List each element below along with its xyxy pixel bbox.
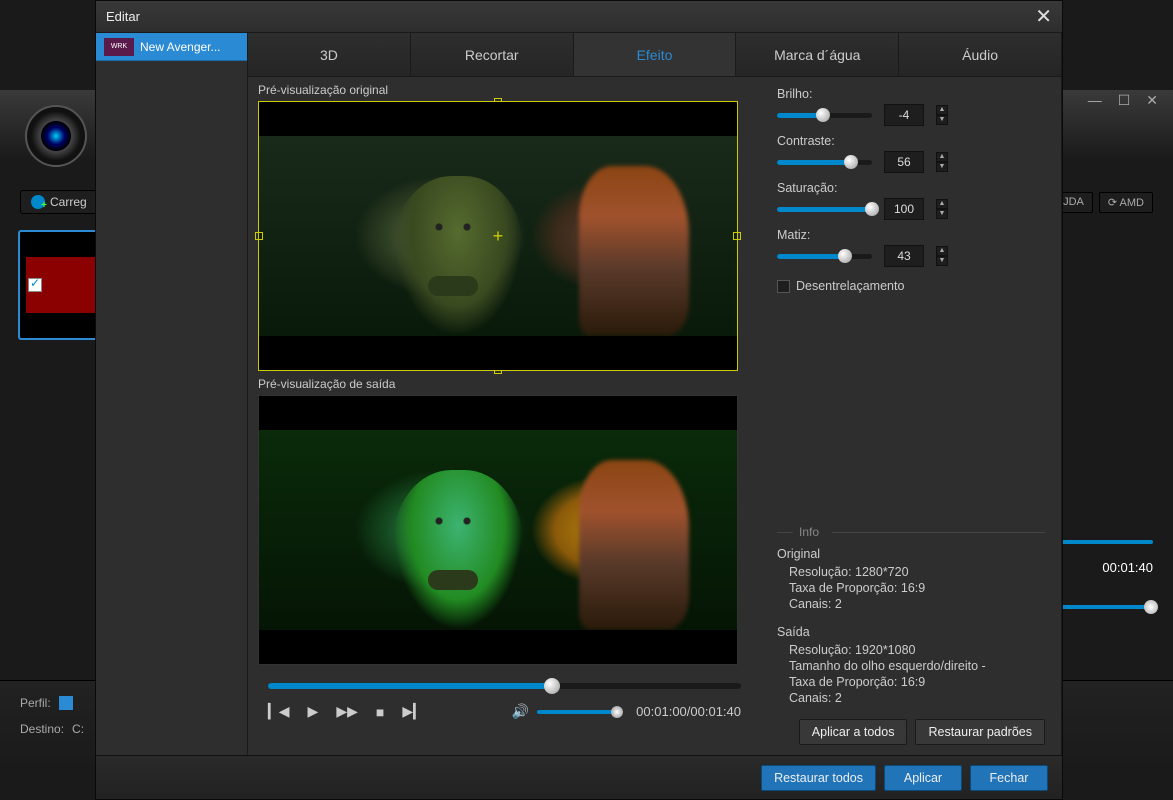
thumb-checkbox[interactable] — [28, 278, 42, 292]
contrast-control: Contraste: 56 ▲▼ — [777, 134, 1045, 173]
center-column: 3D Recortar Efeito Marca d´água Áudio Pr… — [248, 33, 1062, 755]
seek-fill — [268, 683, 552, 689]
maximize-icon[interactable]: ☐ — [1118, 92, 1131, 109]
letterbox — [259, 630, 737, 664]
brightness-value[interactable]: -4 — [884, 104, 924, 126]
play-icon[interactable]: ▶ — [308, 703, 319, 720]
seek-slider[interactable] — [268, 683, 741, 689]
tab-crop[interactable]: Recortar — [411, 33, 574, 76]
hue-label: Matiz: — [777, 228, 1045, 242]
letterbox — [259, 336, 737, 370]
stop-icon[interactable]: ■ — [376, 704, 384, 720]
app-logo-icon — [25, 105, 87, 167]
apply-button[interactable]: Aplicar — [884, 765, 962, 791]
close-button[interactable]: Fechar — [970, 765, 1048, 791]
effect-tabs: 3D Recortar Efeito Marca d´água Áudio — [248, 33, 1061, 77]
info-orig-res: Resolução: 1280*720 — [777, 565, 1045, 579]
load-file-button[interactable]: Carreg — [20, 190, 98, 214]
letterbox — [259, 102, 737, 136]
contrast-slider[interactable] — [777, 160, 872, 165]
output-preview — [258, 395, 738, 665]
amd-chip[interactable]: ⟳ AMD — [1099, 192, 1153, 213]
hue-slider[interactable] — [777, 254, 872, 259]
seek-knob[interactable] — [544, 678, 560, 694]
saturation-slider[interactable] — [777, 207, 872, 212]
info-out-ch: Canais: 2 — [777, 691, 1045, 705]
dialog-footer: Restaurar todos Aplicar Fechar — [96, 755, 1062, 799]
next-icon[interactable]: ▶▎ — [402, 703, 424, 720]
hue-spinner[interactable]: ▲▼ — [936, 246, 948, 266]
saturation-control: Saturação: 100 ▲▼ — [777, 181, 1045, 220]
main-window-controls: — ☐ ✕ — [1088, 92, 1158, 109]
info-out-res: Resolução: 1920*1080 — [777, 643, 1045, 657]
load-label: Carreg — [50, 195, 87, 209]
time-display: 00:01:00/00:01:40 — [636, 704, 741, 719]
deinterlace-checkbox[interactable] — [777, 280, 790, 293]
letterbox — [259, 396, 737, 430]
out-preview-label: Pré-visualização de saída — [258, 377, 751, 391]
clip-item[interactable]: WRK New Avenger... — [96, 33, 247, 61]
info-section: Info Original Resolução: 1280*720 Taxa d… — [777, 525, 1045, 745]
main-right-chips: JDA ⟳ AMD — [1054, 192, 1153, 213]
center-crosshair-icon: + — [488, 226, 508, 246]
contrast-value[interactable]: 56 — [884, 151, 924, 173]
minimize-icon[interactable]: — — [1088, 92, 1102, 109]
clip-thumb-icon: WRK — [104, 38, 134, 56]
prev-icon[interactable]: ▎◀ — [268, 703, 290, 720]
info-out-eye: Tamanho do olho esquerdo/direito - — [777, 659, 1045, 673]
brightness-slider[interactable] — [777, 113, 872, 118]
volume-icon[interactable]: 🔊 — [512, 703, 529, 720]
info-orig-ch: Canais: 2 — [777, 597, 1045, 611]
contrast-spinner[interactable]: ▲▼ — [936, 152, 948, 172]
saturation-spinner[interactable]: ▲▼ — [936, 199, 948, 219]
brightness-spinner[interactable]: ▲▼ — [936, 105, 948, 125]
editor-dialog: Editar ✕ WRK New Avenger... 3D Recortar … — [95, 0, 1063, 800]
dialog-title: Editar — [106, 9, 140, 24]
main-duration: 00:01:40 — [1102, 560, 1153, 575]
restore-defaults-button[interactable]: Restaurar padrões — [915, 719, 1045, 745]
brightness-label: Brilho: — [777, 87, 1045, 101]
tab-audio[interactable]: Áudio — [899, 33, 1061, 76]
out-frame-image — [259, 430, 737, 630]
brightness-control: Brilho: -4 ▲▼ — [777, 87, 1045, 126]
orig-preview-label: Pré-visualização original — [258, 83, 751, 97]
contrast-label: Contraste: — [777, 134, 1045, 148]
dialog-close-icon[interactable]: ✕ — [1035, 4, 1052, 29]
dest-value: C: — [72, 722, 84, 736]
load-icon — [31, 195, 45, 209]
playback-bar: ▎◀ ▶ ▶▶ ■ ▶▎ 🔊 00:01:00/00:01:40 — [258, 665, 751, 734]
original-preview[interactable]: + — [258, 101, 738, 371]
apply-all-button[interactable]: Aplicar a todos — [799, 719, 908, 745]
info-orig-ratio: Taxa de Proporção: 16:9 — [777, 581, 1045, 595]
info-orig-title: Original — [777, 547, 1045, 561]
effects-panel: Brilho: -4 ▲▼ Contraste: — [761, 77, 1061, 755]
restore-all-button[interactable]: Restaurar todos — [761, 765, 876, 791]
crop-handle[interactable] — [733, 232, 741, 240]
dest-label: Destino: — [20, 722, 64, 736]
tab-3d[interactable]: 3D — [248, 33, 411, 76]
deinterlace-row[interactable]: Desentrelaçamento — [777, 279, 1045, 293]
hue-value[interactable]: 43 — [884, 245, 924, 267]
clip-name: New Avenger... — [140, 40, 221, 54]
tab-effect[interactable]: Efeito — [574, 33, 737, 76]
clip-sidebar: WRK New Avenger... — [96, 33, 248, 755]
info-out-ratio: Taxa de Proporção: 16:9 — [777, 675, 1045, 689]
saturation-label: Saturação: — [777, 181, 1045, 195]
info-header: Info — [777, 525, 1045, 539]
close-icon[interactable]: ✕ — [1146, 92, 1158, 109]
volume-slider[interactable] — [537, 710, 617, 714]
hue-control: Matiz: 43 ▲▼ — [777, 228, 1045, 267]
profile-label: Perfil: — [20, 696, 51, 710]
crop-handle[interactable] — [255, 232, 263, 240]
saturation-value[interactable]: 100 — [884, 198, 924, 220]
deinterlace-label: Desentrelaçamento — [796, 279, 904, 293]
tab-watermark[interactable]: Marca d´água — [736, 33, 899, 76]
info-out-title: Saída — [777, 625, 1045, 639]
ffwd-icon[interactable]: ▶▶ — [336, 703, 358, 720]
profile-icon[interactable] — [59, 696, 73, 710]
dialog-titlebar[interactable]: Editar ✕ — [96, 1, 1062, 33]
